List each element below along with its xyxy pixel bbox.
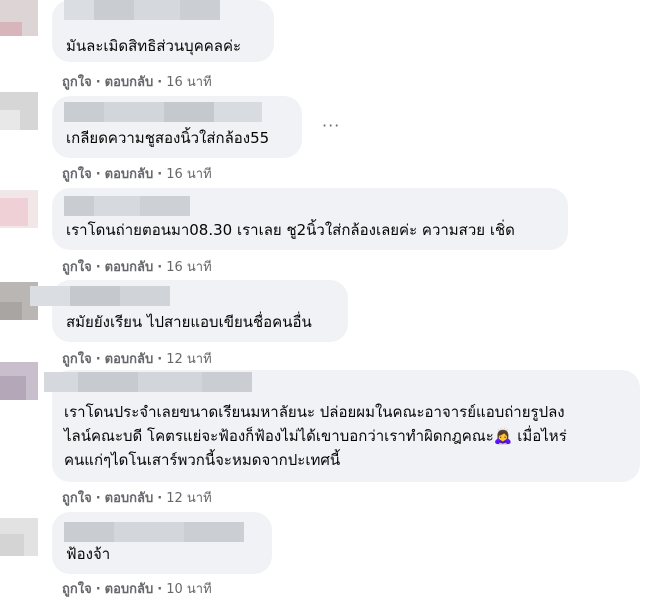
- comment-actions: ถูกใจ · ตอบกลับ · 12 นาที: [62, 352, 212, 367]
- blurred-author-name[interactable]: [64, 0, 220, 20]
- blurred-author-name[interactable]: [64, 102, 262, 122]
- comment-actions: ถูกใจ · ตอบกลับ · 16 นาที: [62, 75, 212, 90]
- blurred-author-name[interactable]: [44, 372, 252, 392]
- timestamp[interactable]: 16 นาที: [166, 75, 211, 90]
- avatar[interactable]: [0, 0, 38, 36]
- comment-bubble: เราโดนประจำเลยขนาดเรียนมหาลัยนะ ปล่อยผมใ…: [44, 370, 640, 482]
- comment-bubble: เกลียดความชูสองนิ้วใส่กล้อง55: [52, 96, 302, 158]
- reply-link[interactable]: ตอบกลับ: [105, 582, 154, 597]
- reply-link[interactable]: ตอบกลับ: [105, 75, 154, 90]
- avatar[interactable]: [0, 92, 38, 130]
- like-link[interactable]: ถูกใจ: [62, 582, 92, 597]
- timestamp[interactable]: 16 นาที: [166, 167, 211, 182]
- comment-text: เราโดนประจำเลยขนาดเรียนมหาลัยนะ ปล่อยผมใ…: [64, 403, 567, 469]
- blurred-author-name[interactable]: [64, 196, 190, 216]
- comment-actions: ถูกใจ · ตอบกลับ · 12 นาที: [62, 491, 212, 506]
- comment-text: เกลียดความชูสองนิ้วใส่กล้อง55: [66, 129, 270, 147]
- comment-bubble: มันละเมิดสิทธิส่วนบุคคลค่ะ: [52, 0, 274, 62]
- timestamp[interactable]: 12 นาที: [166, 352, 211, 367]
- like-link[interactable]: ถูกใจ: [62, 75, 92, 90]
- more-options-icon[interactable]: ···: [322, 116, 340, 135]
- avatar[interactable]: [0, 190, 38, 228]
- timestamp[interactable]: 16 นาที: [166, 260, 211, 275]
- reply-link[interactable]: ตอบกลับ: [105, 167, 154, 182]
- avatar[interactable]: [0, 518, 38, 556]
- comment-actions: ถูกใจ · ตอบกลับ · 10 นาที: [62, 582, 212, 597]
- comment-actions: ถูกใจ · ตอบกลับ · 16 นาที: [62, 260, 212, 275]
- comment-actions: ถูกใจ · ตอบกลับ · 16 นาที: [62, 167, 212, 182]
- comment-bubble: ฟ้องจ้า: [52, 512, 272, 574]
- avatar[interactable]: [0, 362, 38, 400]
- like-link[interactable]: ถูกใจ: [62, 352, 92, 367]
- like-link[interactable]: ถูกใจ: [62, 491, 92, 506]
- comment-text: สมัยยังเรียน ไปสายแอบเขียนชื่อคนอื่น: [66, 313, 312, 331]
- reply-link[interactable]: ตอบกลับ: [105, 352, 154, 367]
- timestamp[interactable]: 10 นาที: [166, 582, 211, 597]
- comment-bubble: เราโดนถ่ายตอนมา08.30 เราเลย ชู2นิ้วใส่กล…: [52, 188, 568, 250]
- like-link[interactable]: ถูกใจ: [62, 260, 92, 275]
- comment-bubble: สมัยยังเรียน ไปสายแอบเขียนชื่อคนอื่น: [30, 280, 348, 342]
- like-link[interactable]: ถูกใจ: [62, 167, 92, 182]
- reply-link[interactable]: ตอบกลับ: [105, 260, 154, 275]
- comment-text: เราโดนถ่ายตอนมา08.30 เราเลย ชู2นิ้วใส่กล…: [66, 221, 515, 239]
- blurred-author-name[interactable]: [30, 286, 170, 306]
- comment-text: มันละเมิดสิทธิส่วนบุคคลค่ะ: [66, 37, 242, 55]
- reply-link[interactable]: ตอบกลับ: [105, 491, 154, 506]
- timestamp[interactable]: 12 นาที: [166, 491, 211, 506]
- comment-text: ฟ้องจ้า: [66, 545, 111, 563]
- blurred-author-name[interactable]: [64, 522, 244, 542]
